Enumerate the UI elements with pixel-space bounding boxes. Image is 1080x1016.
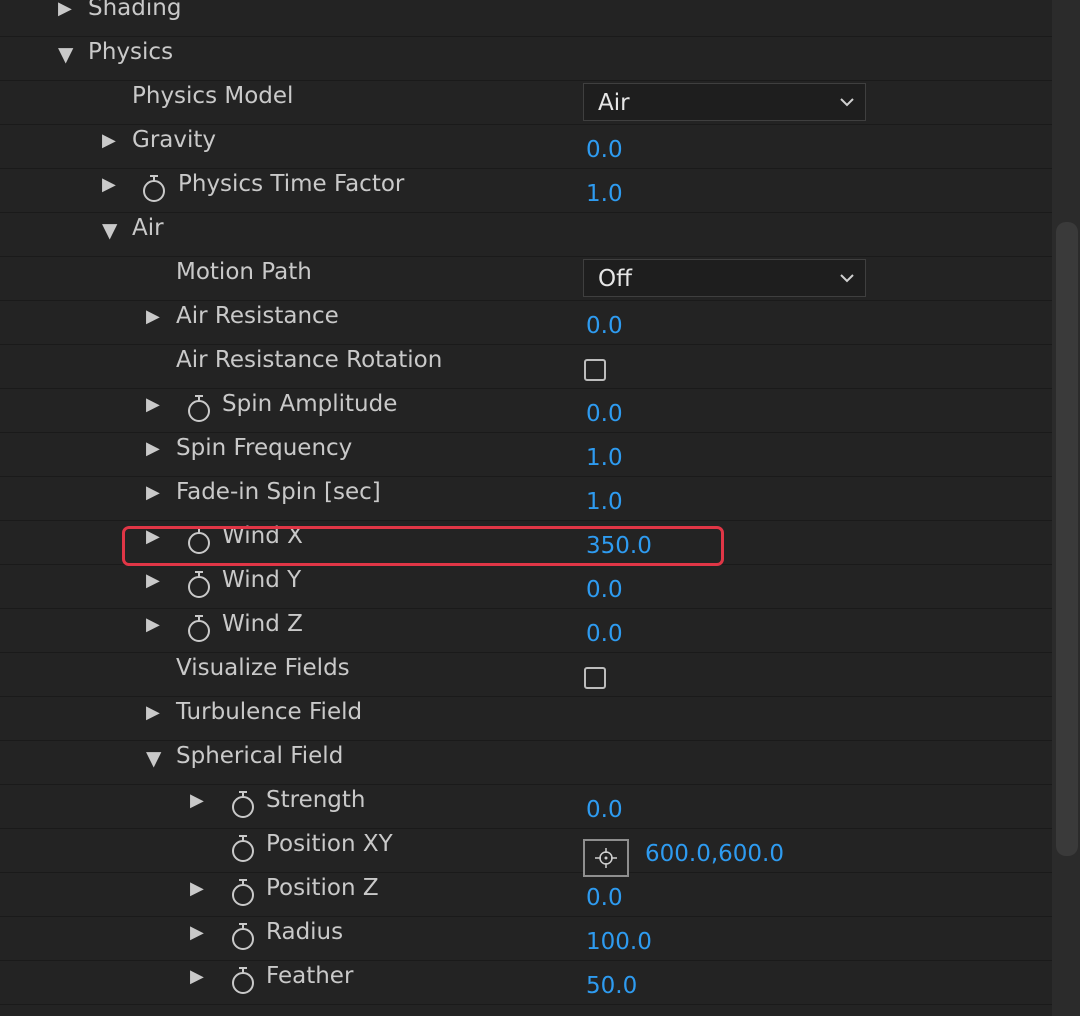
position-xy-value[interactable]: 600.0,600.0 <box>645 829 784 873</box>
stopwatch-icon[interactable] <box>140 173 168 203</box>
row-label: Physics Model <box>132 83 294 109</box>
row-label: Visualize Fields <box>176 655 350 681</box>
row-spherical-field: ▼ Spherical Field <box>0 741 1052 785</box>
row-label: Turbulence Field <box>176 699 363 725</box>
scrollbar-thumb[interactable] <box>1056 222 1078 856</box>
row-label: Air Resistance Rotation <box>176 347 443 373</box>
physics-time-factor-value[interactable]: 1.0 <box>586 169 623 213</box>
row-label: Shading <box>88 0 182 21</box>
row-spin-amplitude: ▶ Spin Amplitude 0.0 <box>0 389 1052 433</box>
row-turbulence-field: ▶ Turbulence Field <box>0 697 1052 741</box>
expand-triangle-icon[interactable]: ▶ <box>146 301 160 345</box>
row-label: Position Z <box>266 875 379 901</box>
row-label: Spherical Field <box>176 743 344 769</box>
dropdown-value: Off <box>598 266 632 292</box>
fade-in-spin-value[interactable]: 1.0 <box>586 477 623 521</box>
row-label: Spin Amplitude <box>222 391 398 417</box>
collapse-triangle-icon[interactable]: ▼ <box>102 213 117 257</box>
wind-z-value[interactable]: 0.0 <box>586 609 623 653</box>
row-label: Air <box>132 215 164 241</box>
row-fade-in-spin: ▶ Fade-in Spin [sec] 1.0 <box>0 477 1052 521</box>
stopwatch-icon[interactable] <box>229 965 257 995</box>
row-air: ▼ Air <box>0 213 1052 257</box>
dropdown-value: Air <box>598 90 630 116</box>
crosshair-icon <box>595 848 617 868</box>
row-visualize-fields: Visualize Fields <box>0 653 1052 697</box>
air-resistance-value[interactable]: 0.0 <box>586 301 623 345</box>
wind-y-value[interactable]: 0.0 <box>586 565 623 609</box>
position-z-value[interactable]: 0.0 <box>586 873 623 917</box>
row-label: Wind Y <box>222 567 302 593</box>
chevron-down-icon <box>840 274 854 283</box>
visualize-fields-checkbox[interactable] <box>584 667 606 689</box>
row-label: Motion Path <box>176 259 312 285</box>
stopwatch-icon[interactable] <box>185 613 213 643</box>
expand-triangle-icon[interactable]: ▶ <box>102 125 116 169</box>
row-air-resistance-rotation: Air Resistance Rotation <box>0 345 1052 389</box>
expand-triangle-icon[interactable]: ▶ <box>190 785 204 829</box>
spin-amplitude-value[interactable]: 0.0 <box>586 389 623 433</box>
row-label: Physics Time Factor <box>178 171 405 197</box>
row-label: Fade-in Spin [sec] <box>176 479 381 505</box>
row-gravity: ▶ Gravity 0.0 <box>0 125 1052 169</box>
row-feather: ▶ Feather 50.0 <box>0 961 1052 1005</box>
expand-triangle-icon[interactable]: ▶ <box>58 0 72 37</box>
expand-triangle-icon[interactable]: ▶ <box>190 961 204 1005</box>
row-position-z: ▶ Position Z 0.0 <box>0 873 1052 917</box>
stopwatch-icon[interactable] <box>185 393 213 423</box>
collapse-triangle-icon[interactable]: ▼ <box>146 741 161 785</box>
expand-triangle-icon[interactable]: ▶ <box>146 565 160 609</box>
row-physics-model: Physics Model Air <box>0 81 1052 125</box>
row-wind-y: ▶ Wind Y 0.0 <box>0 565 1052 609</box>
stopwatch-icon[interactable] <box>229 877 257 907</box>
row-label: Gravity <box>132 127 217 153</box>
expand-triangle-icon[interactable]: ▶ <box>190 917 204 961</box>
row-position-xy: Position XY 600.0,600.0 <box>0 829 1052 877</box>
row-radius: ▶ Radius 100.0 <box>0 917 1052 961</box>
row-label: Radius <box>266 919 344 945</box>
strength-value[interactable]: 0.0 <box>586 785 623 829</box>
row-motion-path: Motion Path Off <box>0 257 1052 301</box>
row-shading: ▶ Shading <box>0 0 1052 37</box>
gravity-value[interactable]: 0.0 <box>586 125 623 169</box>
row-spin-frequency: ▶ Spin Frequency 1.0 <box>0 433 1052 477</box>
row-wind-z: ▶ Wind Z 0.0 <box>0 609 1052 653</box>
row-label: Physics <box>88 39 174 65</box>
row-air-resistance: ▶ Air Resistance 0.0 <box>0 301 1052 345</box>
row-label: Strength <box>266 787 366 813</box>
expand-triangle-icon[interactable]: ▶ <box>146 477 160 521</box>
expand-triangle-icon[interactable]: ▶ <box>146 389 160 433</box>
stopwatch-icon[interactable] <box>229 921 257 951</box>
stopwatch-icon[interactable] <box>185 569 213 599</box>
chevron-down-icon <box>840 98 854 107</box>
expand-triangle-icon[interactable]: ▶ <box>146 433 160 477</box>
air-resistance-rotation-checkbox[interactable] <box>584 359 606 381</box>
row-label: Air Resistance <box>176 303 339 329</box>
feather-value[interactable]: 50.0 <box>586 961 637 1005</box>
row-label: Spin Frequency <box>176 435 353 461</box>
row-strength: ▶ Strength 0.0 <box>0 785 1052 829</box>
row-physics: ▼ Physics <box>0 37 1052 81</box>
effect-controls-panel: ▶ Shading ▼ Physics Physics Model Air ▶ … <box>0 0 1052 1016</box>
stopwatch-icon[interactable] <box>229 833 257 863</box>
spin-frequency-value[interactable]: 1.0 <box>586 433 623 477</box>
radius-value[interactable]: 100.0 <box>586 917 652 961</box>
row-label: Wind Z <box>222 611 303 637</box>
collapse-triangle-icon[interactable]: ▼ <box>58 37 73 81</box>
highlight-box <box>122 526 724 566</box>
row-physics-time-factor: ▶ Physics Time Factor 1.0 <box>0 169 1052 213</box>
stopwatch-icon[interactable] <box>229 789 257 819</box>
expand-triangle-icon[interactable]: ▶ <box>146 609 160 653</box>
expand-triangle-icon[interactable]: ▶ <box>102 169 116 213</box>
row-label: Feather <box>266 963 354 989</box>
row-label: Position XY <box>266 831 393 857</box>
position-target-button[interactable] <box>583 839 629 877</box>
physics-model-dropdown[interactable]: Air <box>583 83 866 121</box>
motion-path-dropdown[interactable]: Off <box>583 259 866 297</box>
expand-triangle-icon[interactable]: ▶ <box>146 697 160 741</box>
expand-triangle-icon[interactable]: ▶ <box>190 873 204 917</box>
